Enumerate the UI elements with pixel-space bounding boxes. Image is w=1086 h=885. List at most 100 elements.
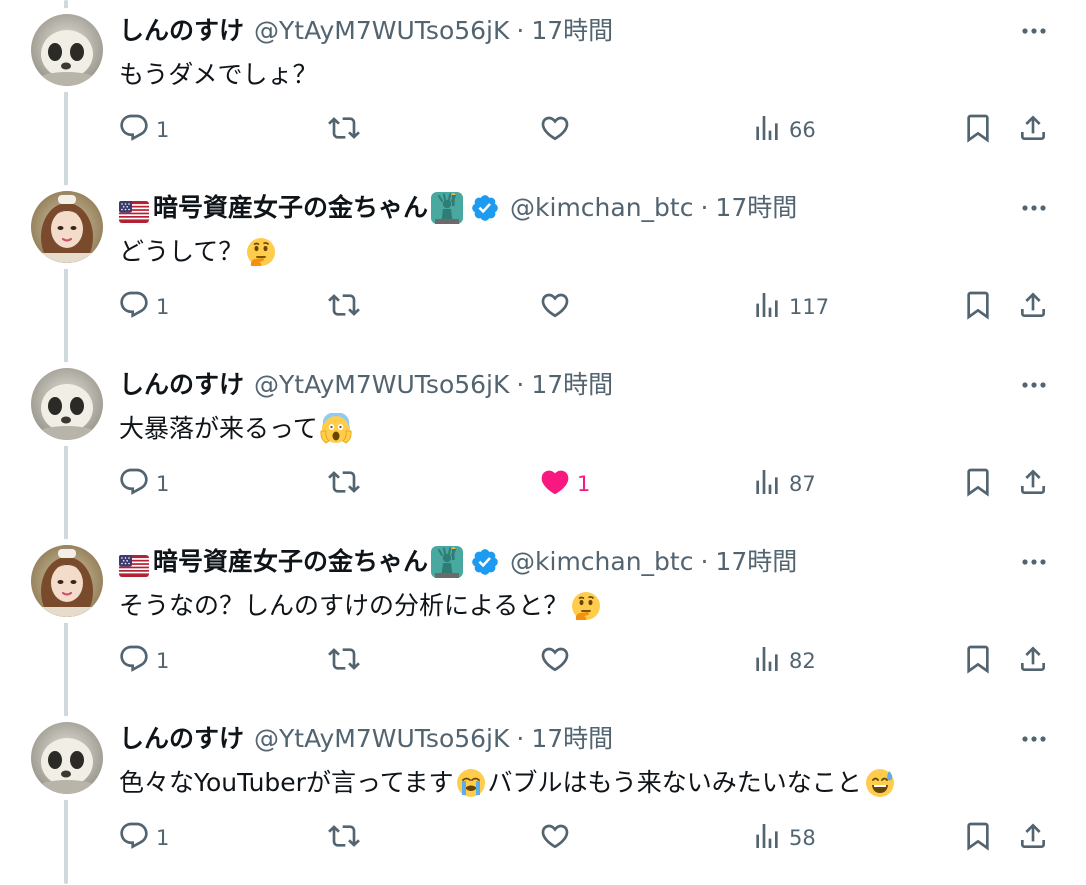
statue-of-liberty-icon — [430, 545, 464, 579]
verified-badge-icon[interactable] — [470, 193, 500, 223]
separator-dot: · — [516, 724, 525, 753]
views-icon — [751, 820, 783, 857]
handle[interactable]: @YtAyM7WUTso56jK — [254, 367, 509, 403]
bookmark-button[interactable] — [962, 633, 994, 689]
like-button[interactable]: 1 — [539, 456, 590, 512]
share-button[interactable] — [1017, 633, 1049, 689]
more-options-button[interactable] — [1018, 20, 1050, 42]
like-button[interactable] — [539, 279, 577, 335]
tweet-text-part: どうして？ — [119, 237, 244, 266]
tweet[interactable]: 暗号資産女子の金ちゃん @kimchan_btc · 17時間 どうして？ 1 117 — [0, 177, 1086, 354]
retweet-icon — [328, 289, 360, 326]
more-icon — [1018, 27, 1050, 46]
tweet[interactable]: しんのすけ @YtAyM7WUTso56jK · 17時間 もうダメでしょ？ 1 66 — [0, 0, 1086, 177]
thinking-face-emoji-icon — [570, 590, 602, 622]
tweet[interactable]: しんのすけ @YtAyM7WUTso56jK · 17時間 大暴落が来るって 1 1 87 — [0, 354, 1086, 531]
tweet-text: 色々なYouTuberが言ってます バブルはもう来ないみたいなこと — [119, 763, 896, 803]
retweet-button[interactable] — [328, 279, 366, 335]
tweet-actions: 1 1 87 — [0, 456, 1086, 512]
bookmark-button[interactable] — [962, 456, 994, 512]
more-options-button[interactable] — [1018, 197, 1050, 219]
reply-count: 1 — [156, 472, 170, 496]
bookmark-button[interactable] — [962, 810, 994, 866]
share-button[interactable] — [1017, 279, 1049, 335]
reply-count: 1 — [156, 649, 170, 673]
tweet-actions: 1 117 — [0, 279, 1086, 335]
bookmark-button[interactable] — [962, 279, 994, 335]
reply-button[interactable]: 1 — [118, 456, 169, 512]
more-options-button[interactable] — [1018, 728, 1050, 750]
tweet-text: もうダメでしょ？ — [119, 55, 318, 95]
reply-button[interactable]: 1 — [118, 810, 169, 866]
avatar[interactable] — [31, 368, 103, 440]
views-button[interactable]: 66 — [751, 102, 816, 158]
reply-icon — [118, 643, 150, 680]
bookmark-icon — [962, 112, 994, 149]
display-name[interactable]: しんのすけ — [119, 13, 244, 49]
share-icon — [1017, 820, 1049, 857]
reply-icon — [118, 466, 150, 503]
tweet-header: しんのすけ @YtAyM7WUTso56jK · 17時間 — [119, 13, 613, 49]
retweet-button[interactable] — [328, 456, 366, 512]
timestamp[interactable]: 17時間 — [531, 721, 613, 757]
like-button[interactable] — [539, 810, 577, 866]
views-count: 66 — [789, 118, 816, 142]
retweet-icon — [328, 112, 360, 149]
avatar[interactable] — [31, 14, 103, 86]
views-button[interactable]: 117 — [751, 279, 829, 335]
reply-icon — [118, 112, 150, 149]
views-button[interactable]: 58 — [751, 810, 816, 866]
tweet-header: 暗号資産女子の金ちゃん @kimchan_btc · 17時間 — [119, 190, 797, 226]
tweet[interactable]: しんのすけ @YtAyM7WUTso56jK · 17時間色々なYouTuberが言っ… — [0, 708, 1086, 885]
reply-button[interactable]: 1 — [118, 102, 169, 158]
handle[interactable]: @kimchan_btc — [510, 544, 693, 580]
reply-button[interactable]: 1 — [118, 279, 169, 335]
retweet-button[interactable] — [328, 633, 366, 689]
share-button[interactable] — [1017, 456, 1049, 512]
verified-badge-icon[interactable] — [470, 547, 500, 577]
like-button[interactable] — [539, 102, 577, 158]
tweet-text: 大暴落が来るって — [119, 409, 352, 449]
timestamp[interactable]: 17時間 — [531, 367, 613, 403]
more-icon — [1018, 558, 1050, 577]
views-button[interactable]: 87 — [751, 456, 816, 512]
tweet-text: そうなの？しんのすけの分析によると？ — [119, 586, 602, 626]
more-options-button[interactable] — [1018, 374, 1050, 396]
heart-icon — [539, 289, 571, 326]
views-count: 58 — [789, 826, 816, 850]
tweet-text-part: 大暴落が来るって — [119, 414, 318, 443]
retweet-button[interactable] — [328, 102, 366, 158]
handle[interactable]: @kimchan_btc — [510, 190, 693, 226]
display-name[interactable]: 暗号資産女子の金ちゃん — [153, 190, 428, 226]
reply-button[interactable]: 1 — [118, 633, 169, 689]
retweet-button[interactable] — [328, 810, 366, 866]
views-button[interactable]: 82 — [751, 633, 816, 689]
tweet-text-part: バブルはもう来ないみたいなこと — [487, 768, 862, 797]
avatar[interactable] — [31, 722, 103, 794]
avatar[interactable] — [31, 191, 103, 263]
heart-icon — [539, 643, 571, 680]
bookmark-button[interactable] — [962, 102, 994, 158]
more-icon — [1018, 735, 1050, 754]
share-button[interactable] — [1017, 810, 1049, 866]
more-icon — [1018, 381, 1050, 400]
timestamp[interactable]: 17時間 — [715, 544, 797, 580]
statue-of-liberty-icon — [430, 191, 464, 225]
us-flag-icon — [119, 551, 149, 577]
handle[interactable]: @YtAyM7WUTso56jK — [254, 721, 509, 757]
avatar[interactable] — [31, 545, 103, 617]
timestamp[interactable]: 17時間 — [715, 190, 797, 226]
like-button[interactable] — [539, 633, 577, 689]
display-name[interactable]: 暗号資産女子の金ちゃん — [153, 544, 428, 580]
tweet-text-part: もうダメでしょ？ — [119, 60, 318, 89]
tweet-text: どうして？ — [119, 232, 277, 272]
share-button[interactable] — [1017, 102, 1049, 158]
timestamp[interactable]: 17時間 — [531, 13, 613, 49]
bookmark-icon — [962, 289, 994, 326]
display-name[interactable]: しんのすけ — [119, 367, 244, 403]
more-options-button[interactable] — [1018, 551, 1050, 573]
tweet-actions: 1 66 — [0, 102, 1086, 158]
handle[interactable]: @YtAyM7WUTso56jK — [254, 13, 509, 49]
tweet[interactable]: 暗号資産女子の金ちゃん @kimchan_btc · 17時間 そうなの？しんのすけの分… — [0, 531, 1086, 708]
display-name[interactable]: しんのすけ — [119, 721, 244, 757]
